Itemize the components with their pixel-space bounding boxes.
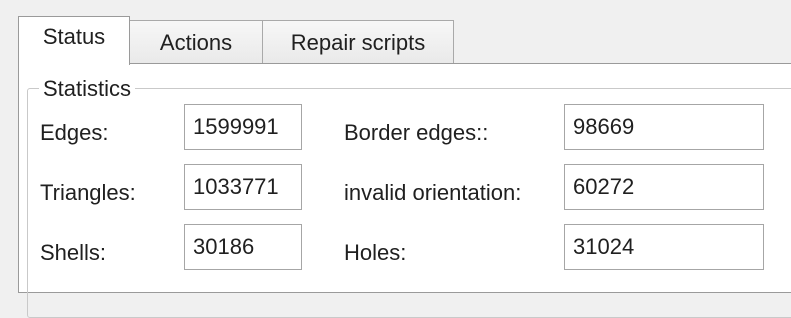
edges-value-field[interactable]: 1599991 <box>184 104 302 150</box>
tab-status[interactable]: Status <box>18 16 130 65</box>
edges-label: Edges: <box>40 120 109 145</box>
holes-value-field[interactable]: 31024 <box>564 224 764 270</box>
status-tab-panel: Statistics Edges: 1599991 Border edges::… <box>18 63 791 318</box>
shells-label: Shells: <box>40 240 107 265</box>
invalid-orientation-label: invalid orientation: <box>344 180 522 205</box>
triangles-label: Triangles: <box>40 180 136 205</box>
holes-label: Holes: <box>344 240 407 265</box>
shells-value-field[interactable]: 30186 <box>184 224 302 270</box>
invalid-orientation-value-field[interactable]: 60272 <box>564 164 764 210</box>
statistics-group-title: Statistics <box>39 76 136 102</box>
properties-window: Status Actions Repair scripts Statistics… <box>0 0 791 318</box>
triangles-value-field[interactable]: 1033771 <box>184 164 302 210</box>
border-edges-value-field[interactable]: 98669 <box>564 104 764 150</box>
tab-repair-scripts[interactable]: Repair scripts <box>262 20 454 64</box>
tab-actions[interactable]: Actions <box>129 20 263 64</box>
border-edges-label: Border edges:: <box>344 120 489 145</box>
